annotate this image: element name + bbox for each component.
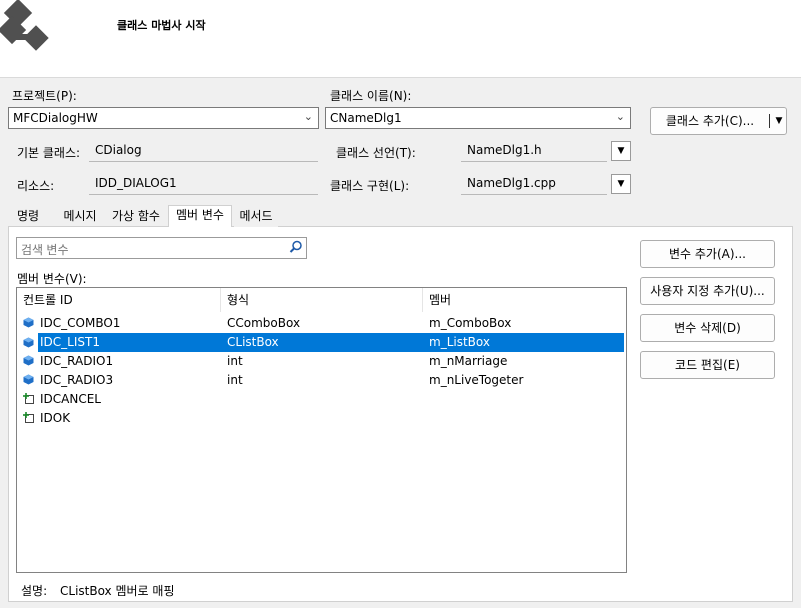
table-row[interactable]: IDC_RADIO1 int m_nMarriage: [17, 352, 626, 371]
implementation-dropdown-button[interactable]: ▼: [611, 174, 631, 194]
column-header-control-id[interactable]: 컨트롤 ID: [17, 288, 221, 312]
cell-control-id: IDC_RADIO1: [40, 354, 114, 368]
search-icon[interactable]: [289, 240, 303, 254]
project-value: MFCDialogHW: [13, 111, 98, 125]
description-label: 설명:: [21, 584, 48, 598]
column-header-member[interactable]: 멤버: [423, 288, 626, 312]
table-row[interactable]: IDOK: [17, 409, 626, 428]
project-label: 프로젝트(P):: [12, 89, 77, 103]
window-title: 클래스 마법사 시작: [117, 19, 206, 32]
base-class-field: CDialog: [89, 140, 318, 162]
variable-cube-icon: [23, 317, 34, 328]
tab-messages[interactable]: 메시지: [56, 207, 104, 227]
add-class-button[interactable]: 클래스 추가(C)... ▼: [650, 107, 787, 135]
class-declaration-field: NameDlg1.h: [461, 140, 607, 162]
control-add-icon: [23, 393, 34, 404]
base-class-label: 기본 클래스:: [17, 146, 81, 160]
tab-commands[interactable]: 명령: [10, 207, 46, 227]
cell-type: CComboBox: [227, 316, 301, 330]
cell-member: m_nLiveTogeter: [429, 373, 524, 387]
search-input[interactable]: [16, 237, 307, 259]
edit-code-button[interactable]: 코드 편집(E): [640, 351, 775, 379]
class-declaration-label: 클래스 선언(T):: [336, 146, 416, 160]
resource-label: 리소스:: [17, 179, 55, 193]
add-custom-button[interactable]: 사용자 지정 추가(U)...: [640, 277, 775, 305]
caret-down-icon[interactable]: ▼: [773, 108, 785, 134]
class-implementation-label: 클래스 구현(L):: [330, 179, 410, 193]
table-row[interactable]: IDC_COMBO1 CComboBox m_ComboBox: [17, 314, 626, 333]
cell-control-id: IDOK: [40, 411, 71, 425]
description-text: CListBox 멤버로 매핑: [60, 584, 175, 598]
cell-control-id: IDCANCEL: [40, 392, 101, 406]
cell-control-id: IDC_RADIO3: [40, 373, 114, 387]
wizard-header: 클래스 마법사 시작: [0, 0, 801, 78]
cell-control-id: IDC_COMBO1: [40, 316, 121, 330]
tab-member-variables[interactable]: 멤버 변수: [168, 205, 232, 227]
column-header-type[interactable]: 형식: [221, 288, 423, 312]
tab-methods[interactable]: 메서드: [234, 207, 278, 227]
member-variables-list[interactable]: 컨트롤 ID 형식 멤버 IDC_COMBO1 CComboBox m_Comb…: [16, 287, 627, 573]
class-name-label: 클래스 이름(N):: [330, 89, 412, 103]
variable-cube-icon: [23, 374, 34, 385]
tab-virtual-functions[interactable]: 가상 함수: [106, 207, 166, 227]
cell-control-id: IDC_LIST1: [40, 335, 100, 349]
project-combo[interactable]: MFCDialogHW ⌄: [8, 107, 319, 129]
chevron-down-icon: ⌄: [303, 110, 313, 123]
declaration-dropdown-button[interactable]: ▼: [611, 141, 631, 161]
cell-type: int: [227, 373, 243, 387]
add-variable-button[interactable]: 변수 추가(A)...: [640, 240, 775, 268]
cell-member: m_nMarriage: [429, 354, 508, 368]
add-class-button-label: 클래스 추가(C)...: [665, 114, 755, 128]
class-name-value: CNameDlg1: [330, 111, 402, 125]
cell-type: CListBox: [227, 335, 279, 349]
delete-variable-button[interactable]: 변수 삭제(D): [640, 314, 775, 342]
table-row[interactable]: IDC_RADIO3 int m_nLiveTogeter: [17, 371, 626, 390]
table-row[interactable]: IDCANCEL: [17, 390, 626, 409]
variable-cube-icon: [23, 337, 34, 348]
class-wizard-logo-icon: [0, 0, 49, 51]
split-separator: [769, 114, 770, 128]
class-name-combo[interactable]: CNameDlg1 ⌄: [325, 107, 631, 129]
class-implementation-field: NameDlg1.cpp: [461, 173, 607, 195]
cell-type: int: [227, 354, 243, 368]
cell-member: m_ListBox: [429, 335, 490, 349]
variable-cube-icon: [23, 355, 34, 366]
cell-member: m_ComboBox: [429, 316, 512, 330]
chevron-down-icon: ⌄: [615, 110, 625, 123]
control-add-icon: [23, 412, 34, 423]
member-variables-label: 멤버 변수(V):: [17, 272, 87, 286]
table-row-selected[interactable]: IDC_LIST1 CListBox m_ListBox: [38, 333, 624, 352]
resource-field: IDD_DIALOG1: [89, 173, 318, 195]
